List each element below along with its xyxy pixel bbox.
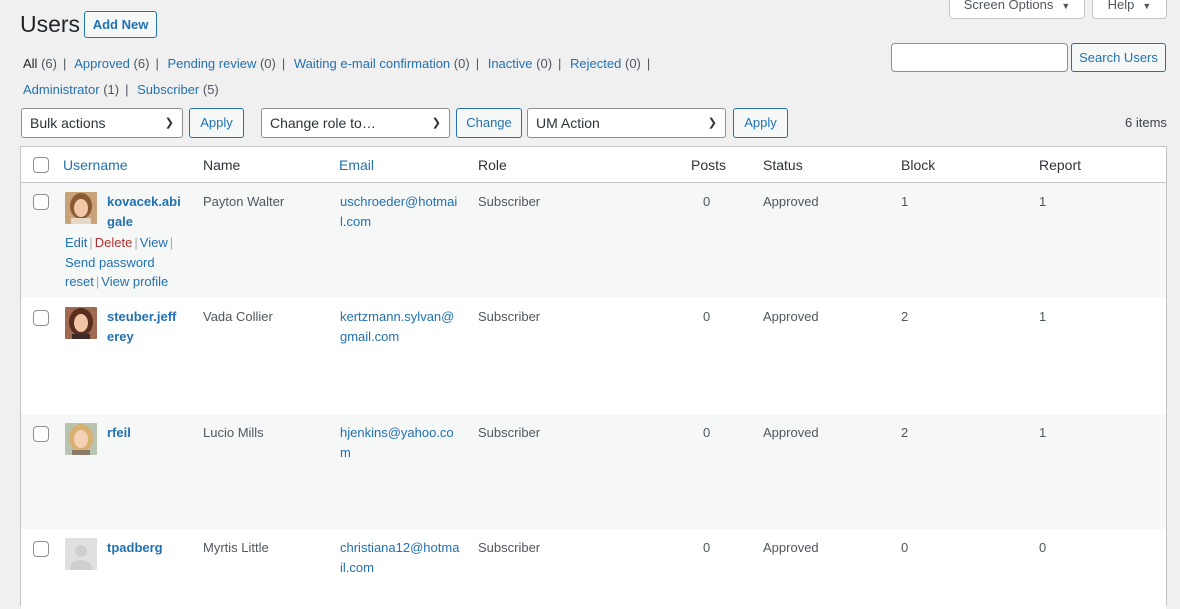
delete-link[interactable]: Delete	[95, 235, 133, 250]
user-role: Subscriber	[478, 425, 541, 440]
items-count: 6 items	[1125, 115, 1167, 130]
user-block: 2	[901, 425, 909, 440]
avatar	[65, 423, 97, 455]
view-waiting-email-confirmation[interactable]: Waiting e-mail confirmation (0)	[294, 56, 470, 71]
select-all-checkbox[interactable]	[33, 157, 49, 173]
column-username[interactable]: Username	[63, 157, 128, 173]
view-all[interactable]: All (6)	[23, 56, 57, 71]
change-role-button[interactable]: Change	[456, 108, 522, 138]
row-checkbox[interactable]	[33, 194, 49, 210]
user-email[interactable]: hjenkins@yahoo.com	[340, 423, 460, 462]
table-row: rfeil Lucio Mills hjenkins@yahoo.com Sub…	[21, 414, 1166, 529]
row-actions: Edit | Delete | View | Send password reset | Vie…	[65, 235, 174, 289]
column-status: Status	[763, 157, 803, 173]
role-views: Administrator (1) | Subscriber (5)	[23, 82, 219, 97]
column-posts: Posts	[691, 157, 727, 173]
user-name: Myrtis Little	[203, 540, 269, 555]
user-name: Lucio Mills	[203, 425, 264, 440]
user-name: Payton Walter	[203, 194, 285, 209]
um-apply-button[interactable]: Apply	[733, 108, 788, 138]
username-link[interactable]: rfeil	[107, 423, 183, 443]
search-users-button[interactable]: Search Users	[1071, 43, 1166, 72]
page-title: Users	[20, 11, 81, 37]
user-posts: 0	[703, 309, 711, 324]
bulk-apply-button[interactable]: Apply	[189, 108, 244, 138]
user-status: Approved	[763, 309, 819, 324]
table-row: steuber.jefferey Vada Collier kertzmann.…	[21, 298, 1166, 414]
edit-link[interactable]: Edit	[65, 235, 87, 250]
user-report: 1	[1039, 194, 1047, 209]
chevron-down-icon: ❯	[431, 117, 441, 129]
user-report: 0	[1039, 540, 1047, 555]
change-role-select[interactable]: Change role to… ❯	[261, 108, 450, 138]
table-row: kovacek.abigale Edit | Delete | View | Send p…	[21, 183, 1166, 298]
username-link[interactable]: kovacek.abigale	[107, 192, 183, 231]
chevron-down-icon: ❯	[707, 117, 717, 129]
view-link[interactable]: View	[140, 235, 168, 250]
user-role: Subscriber	[478, 309, 541, 324]
user-status: Approved	[763, 194, 819, 209]
column-name: Name	[203, 157, 241, 173]
help-label: Help	[1107, 0, 1135, 12]
users-table: Username Name Email Role Posts Status Bl…	[20, 146, 1167, 609]
bulk-actions-select[interactable]: Bulk actions ❯	[21, 108, 183, 138]
row-checkbox[interactable]	[33, 541, 49, 557]
user-name: Vada Collier	[203, 309, 273, 324]
avatar	[65, 307, 97, 339]
user-email[interactable]: kertzmann.sylvan@gmail.com	[340, 307, 460, 346]
user-email[interactable]: uschroeder@hotmail.com	[340, 192, 460, 231]
table-row: tpadberg Myrtis Little christiana12@hotm…	[21, 529, 1166, 609]
avatar	[65, 192, 97, 224]
column-block: Block	[901, 157, 936, 173]
user-block: 0	[901, 540, 909, 555]
user-email[interactable]: christiana12@hotmail.com	[340, 538, 460, 577]
view-approved[interactable]: Approved (6)	[74, 56, 149, 71]
screen-options-tab[interactable]: Screen Options ▼	[949, 0, 1085, 19]
search-input[interactable]	[891, 43, 1068, 72]
table-header: Username Name Email Role Posts Status Bl…	[21, 147, 1166, 183]
column-email[interactable]: Email	[339, 157, 374, 173]
change-role-value: Change role to…	[270, 115, 376, 131]
view-rejected[interactable]: Rejected (0)	[570, 56, 641, 71]
user-report: 1	[1039, 309, 1047, 324]
view-pending-review[interactable]: Pending review (0)	[167, 56, 275, 71]
user-block: 2	[901, 309, 909, 324]
add-new-button[interactable]: Add New	[84, 11, 157, 38]
status-views: All (6) | Approved (6) | Pending review (0…	[23, 56, 651, 71]
user-role: Subscriber	[478, 194, 541, 209]
user-report: 1	[1039, 425, 1047, 440]
user-block: 1	[901, 194, 909, 209]
um-action-value: UM Action	[536, 115, 600, 131]
user-posts: 0	[703, 425, 711, 440]
user-posts: 0	[703, 194, 711, 209]
column-role: Role	[478, 157, 507, 173]
username-link[interactable]: steuber.jefferey	[107, 307, 183, 346]
bulk-actions-value: Bulk actions	[30, 115, 106, 131]
row-checkbox[interactable]	[33, 426, 49, 442]
chevron-down-icon: ❯	[164, 117, 174, 129]
help-tab[interactable]: Help ▼	[1092, 0, 1167, 19]
column-report: Report	[1039, 157, 1082, 173]
chevron-down-icon: ▼	[1061, 1, 1071, 11]
user-status: Approved	[763, 425, 819, 440]
view-inactive[interactable]: Inactive (0)	[488, 56, 552, 71]
user-role: Subscriber	[478, 540, 541, 555]
chevron-down-icon: ▼	[1142, 1, 1152, 11]
username-link[interactable]: tpadberg	[107, 538, 183, 558]
user-status: Approved	[763, 540, 819, 555]
screen-options-label: Screen Options	[963, 0, 1054, 12]
view-profile-link[interactable]: View profile	[101, 274, 168, 289]
view-administrator[interactable]: Administrator (1)	[23, 82, 119, 97]
um-action-select[interactable]: UM Action ❯	[527, 108, 726, 138]
default-avatar-icon	[65, 538, 97, 570]
row-checkbox[interactable]	[33, 310, 49, 326]
view-subscriber[interactable]: Subscriber (5)	[137, 82, 219, 97]
user-posts: 0	[703, 540, 711, 555]
